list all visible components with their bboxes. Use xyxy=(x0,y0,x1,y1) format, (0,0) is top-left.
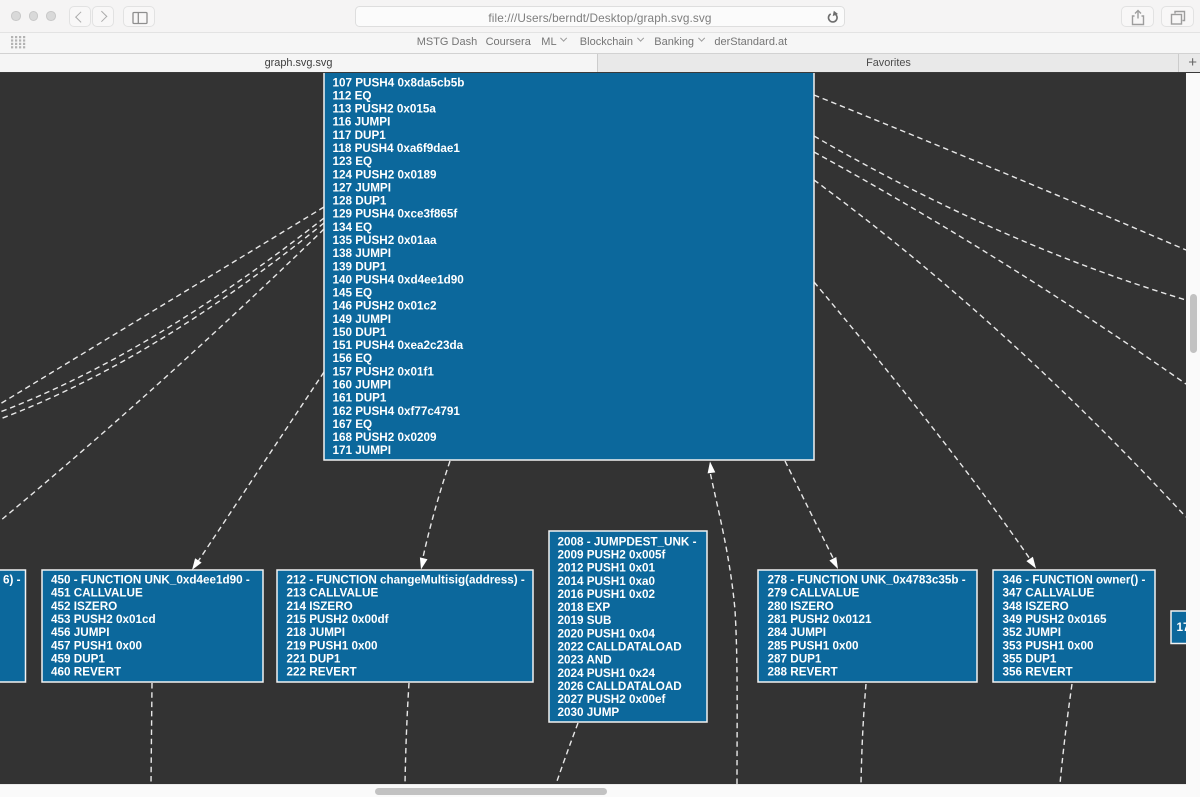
svg-text:118 PUSH4 0xa6f9dae1: 118 PUSH4 0xa6f9dae1 xyxy=(333,142,461,155)
svg-text:213 CALLVALUE: 213 CALLVALUE xyxy=(287,587,379,600)
svg-text:160 JUMPI: 160 JUMPI xyxy=(333,379,391,392)
svg-text:222 REVERT: 222 REVERT xyxy=(287,666,358,679)
svg-text:135 PUSH2 0x01aa: 135 PUSH2 0x01aa xyxy=(333,234,437,247)
svg-text:127 JUMPI: 127 JUMPI xyxy=(333,181,391,194)
svg-text:145 EQ: 145 EQ xyxy=(333,287,373,300)
svg-text:453 PUSH2 0x01cd: 453 PUSH2 0x01cd xyxy=(51,613,156,626)
svg-text:117 DUP1: 117 DUP1 xyxy=(333,129,387,142)
svg-text:347 CALLVALUE: 347 CALLVALUE xyxy=(1003,587,1095,600)
svg-text:2012 PUSH1 0x01: 2012 PUSH1 0x01 xyxy=(558,562,656,575)
svg-text:6) -: 6) - xyxy=(3,574,21,587)
svg-text:150 DUP1: 150 DUP1 xyxy=(333,326,387,339)
svg-text:2024 PUSH1 0x24: 2024 PUSH1 0x24 xyxy=(558,667,656,680)
svg-text:138 JUMPI: 138 JUMPI xyxy=(333,247,391,260)
svg-text:107 PUSH4 0x8da5cb5b: 107 PUSH4 0x8da5cb5b xyxy=(333,76,465,89)
svg-text:212 - FUNCTION changeMultisig(: 212 - FUNCTION changeMultisig(address) - xyxy=(287,574,525,587)
svg-text:279 CALLVALUE: 279 CALLVALUE xyxy=(768,587,860,600)
svg-text:459 DUP1: 459 DUP1 xyxy=(51,652,105,665)
svg-text:156 EQ: 156 EQ xyxy=(333,352,373,365)
svg-text:171 JUMPI: 171 JUMPI xyxy=(333,444,391,457)
svg-text:281 PUSH2 0x0121: 281 PUSH2 0x0121 xyxy=(768,613,872,626)
svg-text:2018 EXP: 2018 EXP xyxy=(558,601,611,614)
svg-text:161 DUP1: 161 DUP1 xyxy=(333,392,387,405)
svg-text:2019 SUB: 2019 SUB xyxy=(558,614,612,627)
svg-text:221 DUP1: 221 DUP1 xyxy=(287,652,341,665)
svg-text:278 - FUNCTION UNK_0x4783c35b: 278 - FUNCTION UNK_0x4783c35b - xyxy=(768,574,966,587)
svg-text:151 PUSH4 0xea2c23da: 151 PUSH4 0xea2c23da xyxy=(333,339,464,352)
svg-text:129 PUSH4 0xce3f865f: 129 PUSH4 0xce3f865f xyxy=(333,208,458,221)
svg-text:112 EQ: 112 EQ xyxy=(333,89,372,102)
svg-text:348 ISZERO: 348 ISZERO xyxy=(1003,600,1069,613)
svg-text:134 EQ: 134 EQ xyxy=(333,221,373,234)
svg-text:2009 PUSH2 0x005f: 2009 PUSH2 0x005f xyxy=(558,549,666,562)
svg-text:215 PUSH2 0x00df: 215 PUSH2 0x00df xyxy=(287,613,389,626)
svg-text:219 PUSH1 0x00: 219 PUSH1 0x00 xyxy=(287,639,378,652)
svg-text:2014 PUSH1 0xa0: 2014 PUSH1 0xa0 xyxy=(558,575,656,588)
svg-text:157 PUSH2 0x01f1: 157 PUSH2 0x01f1 xyxy=(333,365,435,378)
svg-text:2020 PUSH1 0x04: 2020 PUSH1 0x04 xyxy=(558,627,656,640)
svg-text:2026 CALLDATALOAD: 2026 CALLDATALOAD xyxy=(558,680,682,693)
svg-text:149 JUMPI: 149 JUMPI xyxy=(333,313,391,326)
svg-text:352 JUMPI: 352 JUMPI xyxy=(1003,626,1061,639)
svg-text:450 - FUNCTION UNK_0xd4ee1d90: 450 - FUNCTION UNK_0xd4ee1d90 - xyxy=(51,574,250,587)
svg-text:460 REVERT: 460 REVERT xyxy=(51,666,122,679)
svg-text:2022 CALLDATALOAD: 2022 CALLDATALOAD xyxy=(558,641,682,654)
svg-text:355 DUP1: 355 DUP1 xyxy=(1003,652,1057,665)
svg-text:284 JUMPI: 284 JUMPI xyxy=(768,626,826,639)
svg-text:451 CALLVALUE: 451 CALLVALUE xyxy=(51,587,143,600)
svg-text:356 REVERT: 356 REVERT xyxy=(1003,666,1074,679)
svg-text:349 PUSH2 0x0165: 349 PUSH2 0x0165 xyxy=(1003,613,1107,626)
svg-text:452 ISZERO: 452 ISZERO xyxy=(51,600,117,613)
svg-text:128 DUP1: 128 DUP1 xyxy=(333,195,387,208)
svg-text:218 JUMPI: 218 JUMPI xyxy=(287,626,345,639)
svg-text:167 EQ: 167 EQ xyxy=(333,418,373,431)
svg-text:288 REVERT: 288 REVERT xyxy=(768,666,839,679)
svg-text:285 PUSH1 0x00: 285 PUSH1 0x00 xyxy=(768,639,859,652)
svg-text:140 PUSH4 0xd4ee1d90: 140 PUSH4 0xd4ee1d90 xyxy=(333,273,465,286)
svg-text:113 PUSH2 0x015a: 113 PUSH2 0x015a xyxy=(333,103,437,116)
svg-text:353 PUSH1 0x00: 353 PUSH1 0x00 xyxy=(1003,639,1094,652)
svg-text:456 JUMPI: 456 JUMPI xyxy=(51,626,109,639)
svg-text:2027 PUSH2 0x00ef: 2027 PUSH2 0x00ef xyxy=(558,693,666,706)
svg-text:162 PUSH4 0xf77c4791: 162 PUSH4 0xf77c4791 xyxy=(333,405,461,418)
svg-text:2030 JUMP: 2030 JUMP xyxy=(558,706,620,719)
svg-text:123 EQ: 123 EQ xyxy=(333,155,373,168)
svg-text:168 PUSH2 0x0209: 168 PUSH2 0x0209 xyxy=(333,431,437,444)
svg-text:280 ISZERO: 280 ISZERO xyxy=(768,600,834,613)
svg-text:139 DUP1: 139 DUP1 xyxy=(333,260,387,273)
svg-text:116 JUMPI: 116 JUMPI xyxy=(333,116,391,129)
svg-text:2016 PUSH1 0x02: 2016 PUSH1 0x02 xyxy=(558,588,656,601)
svg-text:346 - FUNCTION owner() -: 346 - FUNCTION owner() - xyxy=(1003,574,1146,587)
svg-text:2008 - JUMPDEST_UNK -: 2008 - JUMPDEST_UNK - xyxy=(558,535,697,548)
svg-text:124 PUSH2 0x0189: 124 PUSH2 0x0189 xyxy=(333,168,437,181)
svg-text:2023 AND: 2023 AND xyxy=(558,654,612,667)
svg-text:457 PUSH1 0x00: 457 PUSH1 0x00 xyxy=(51,639,142,652)
svg-text:214 ISZERO: 214 ISZERO xyxy=(287,600,353,613)
svg-text:146 PUSH2 0x01c2: 146 PUSH2 0x01c2 xyxy=(333,300,437,313)
svg-text:287 DUP1: 287 DUP1 xyxy=(768,652,822,665)
